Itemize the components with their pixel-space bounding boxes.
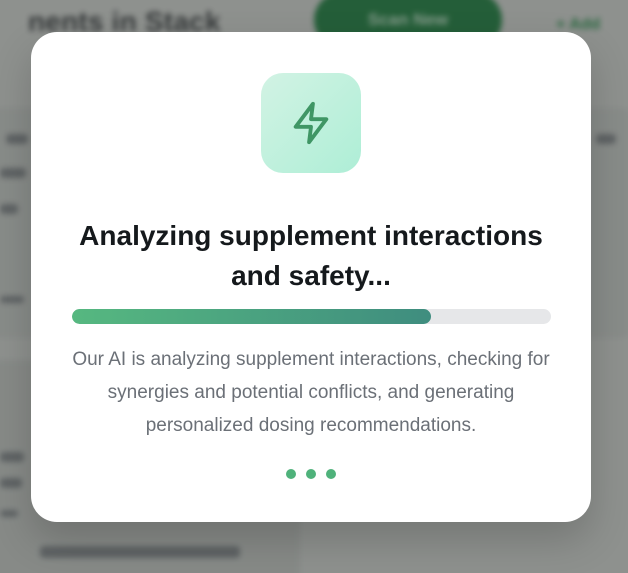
modal-title: Analyzing supplement interactions and sa… — [79, 220, 543, 291]
lightning-icon-tile — [261, 73, 361, 173]
analysis-modal: Analyzing supplement interactions and sa… — [31, 32, 591, 522]
loading-dot — [286, 469, 296, 479]
loading-dots — [31, 469, 591, 479]
modal-description: Our AI is analyzing supplement interacti… — [72, 349, 550, 436]
loading-dot — [306, 469, 316, 479]
progress-bar — [72, 309, 551, 324]
loading-dot — [326, 469, 336, 479]
progress-bar-fill — [72, 309, 432, 324]
lightning-bolt-icon — [293, 101, 329, 145]
